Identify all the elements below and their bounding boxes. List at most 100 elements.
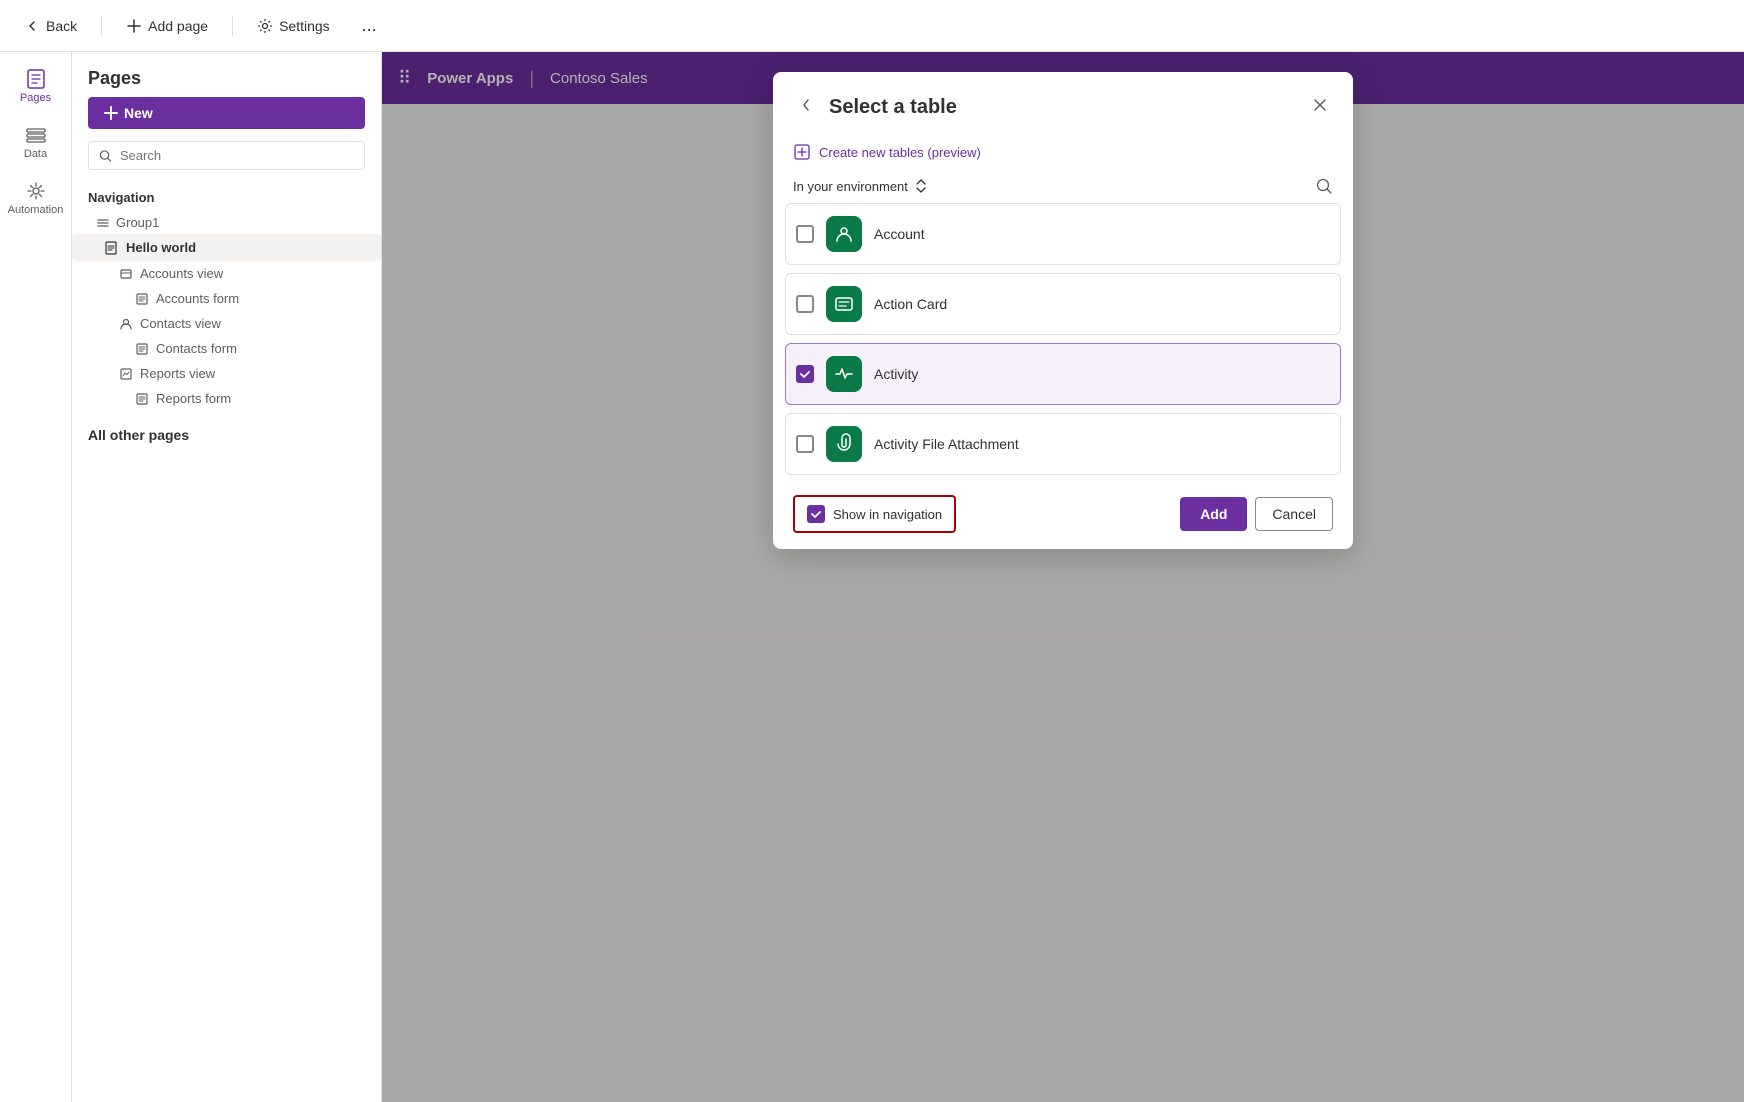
group1-text: Group1 (116, 215, 159, 230)
pages-sidebar-label: Pages (20, 92, 51, 104)
modal-table-list: Account Action Card (773, 203, 1353, 483)
activity-file-checkbox[interactable] (796, 435, 814, 453)
search-box (88, 141, 365, 170)
nav-item-hello-world[interactable]: Hello world (72, 234, 381, 261)
env-label[interactable]: In your environment (793, 179, 928, 194)
new-label: New (124, 105, 153, 121)
accounts-view-label: Accounts view (140, 266, 223, 281)
back-button[interactable]: Back (16, 12, 85, 40)
add-button[interactable]: Add (1180, 497, 1247, 531)
divider2 (232, 16, 233, 36)
account-icon (826, 216, 862, 252)
add-page-label: Add page (148, 18, 208, 34)
activity-file-icon (826, 426, 862, 462)
nav-item-contacts-view[interactable]: Contacts view (72, 311, 381, 336)
table-item-activity[interactable]: Activity (785, 343, 1341, 405)
data-icon (25, 124, 47, 146)
main-layout: Pages Data Automation Pages (0, 52, 1744, 1102)
table-item-activity-file[interactable]: Activity File Attachment (785, 413, 1341, 475)
activity-label: Activity (874, 366, 918, 382)
modal-footer: Show in navigation Add Cancel (773, 483, 1353, 549)
sidebar-item-pages[interactable]: Pages (4, 60, 68, 112)
page-icon (104, 241, 118, 255)
search-input[interactable] (120, 148, 354, 163)
create-table-icon (793, 143, 811, 161)
navigation-label: Navigation (72, 182, 381, 209)
show-nav-row[interactable]: Show in navigation (793, 495, 956, 533)
action-card-label: Action Card (874, 296, 947, 312)
table-item-account[interactable]: Account (785, 203, 1341, 265)
pages-title: Pages (88, 68, 141, 89)
new-plus-icon (104, 106, 118, 120)
activity-checkbox[interactable] (796, 365, 814, 383)
create-new-tables-link[interactable]: Create new tables (preview) (773, 135, 1353, 173)
sidebar-item-automation[interactable]: Automation (4, 172, 68, 224)
show-nav-checkbox[interactable] (807, 505, 825, 523)
sort-icon (914, 179, 928, 193)
settings-label: Settings (279, 18, 330, 34)
group1-label[interactable]: Group1 (72, 209, 381, 234)
sidebar-item-data[interactable]: Data (4, 116, 68, 168)
back-icon (24, 18, 40, 34)
modal-overlay: Select a table Create new tables (previe (382, 52, 1744, 1102)
env-row: In your environment (773, 173, 1353, 203)
gear-icon (257, 18, 273, 34)
reports-view-icon (120, 368, 132, 380)
modal-title: Select a table (829, 96, 957, 119)
view-icon (120, 268, 132, 280)
add-icon (126, 18, 142, 34)
show-nav-label: Show in navigation (833, 507, 942, 522)
nav-item-contacts-form[interactable]: Contacts form (72, 336, 381, 361)
account-checkbox[interactable] (796, 225, 814, 243)
modal-close-button[interactable] (1307, 92, 1333, 123)
top-bar: Back Add page Settings ... (0, 0, 1744, 52)
close-icon (1311, 96, 1329, 114)
contacts-view-label: Contacts view (140, 316, 221, 331)
action-card-table-icon (833, 293, 855, 315)
env-text: In your environment (793, 179, 908, 194)
automation-sidebar-label: Automation (8, 204, 64, 216)
accounts-form-label: Accounts form (156, 291, 239, 306)
nav-item-reports-form[interactable]: Reports form (72, 386, 381, 411)
contacts-view-icon (120, 318, 132, 330)
pages-header: Pages (72, 52, 381, 97)
modal-back-icon (797, 96, 815, 114)
nav-item-accounts-form[interactable]: Accounts form (72, 286, 381, 311)
activity-icon (826, 356, 862, 392)
all-other-pages-label: All other pages (72, 411, 381, 447)
account-table-icon (833, 223, 855, 245)
table-item-action-card[interactable]: Action Card (785, 273, 1341, 335)
hello-world-label: Hello world (126, 240, 196, 255)
action-card-checkbox[interactable] (796, 295, 814, 313)
add-page-button[interactable]: Add page (118, 12, 216, 40)
activity-file-label: Activity File Attachment (874, 436, 1019, 452)
left-sidebar: Pages Data Automation (0, 52, 72, 1102)
more-button[interactable]: ... (354, 11, 385, 40)
modal-title-row: Select a table (793, 92, 957, 123)
footer-buttons: Add Cancel (1180, 497, 1333, 531)
nav-item-accounts-view[interactable]: Accounts view (72, 261, 381, 286)
back-label: Back (46, 18, 77, 34)
new-button[interactable]: New (88, 97, 365, 129)
reports-form-icon (136, 393, 148, 405)
nav-item-reports-view[interactable]: Reports view (72, 361, 381, 386)
reports-form-label: Reports form (156, 391, 231, 406)
env-search-icon[interactable] (1315, 177, 1333, 195)
reports-view-label: Reports view (140, 366, 215, 381)
account-label: Account (874, 226, 925, 242)
modal-back-button[interactable] (793, 92, 819, 123)
automation-icon (25, 180, 47, 202)
cancel-button[interactable]: Cancel (1255, 497, 1333, 531)
data-sidebar-label: Data (24, 148, 47, 160)
pages-panel: Pages New Navigation Group1 (72, 52, 382, 1102)
action-card-icon (826, 286, 862, 322)
modal-header: Select a table (773, 72, 1353, 135)
pages-icon (25, 68, 47, 90)
activity-table-icon (833, 363, 855, 385)
create-new-label: Create new tables (preview) (819, 145, 981, 160)
content-area: ⠿ Power Apps | Contoso Sales Select a ta… (382, 52, 1744, 1102)
settings-button[interactable]: Settings (249, 12, 338, 40)
form-icon (136, 293, 148, 305)
search-icon (99, 149, 112, 163)
show-nav-check-icon (810, 508, 822, 520)
